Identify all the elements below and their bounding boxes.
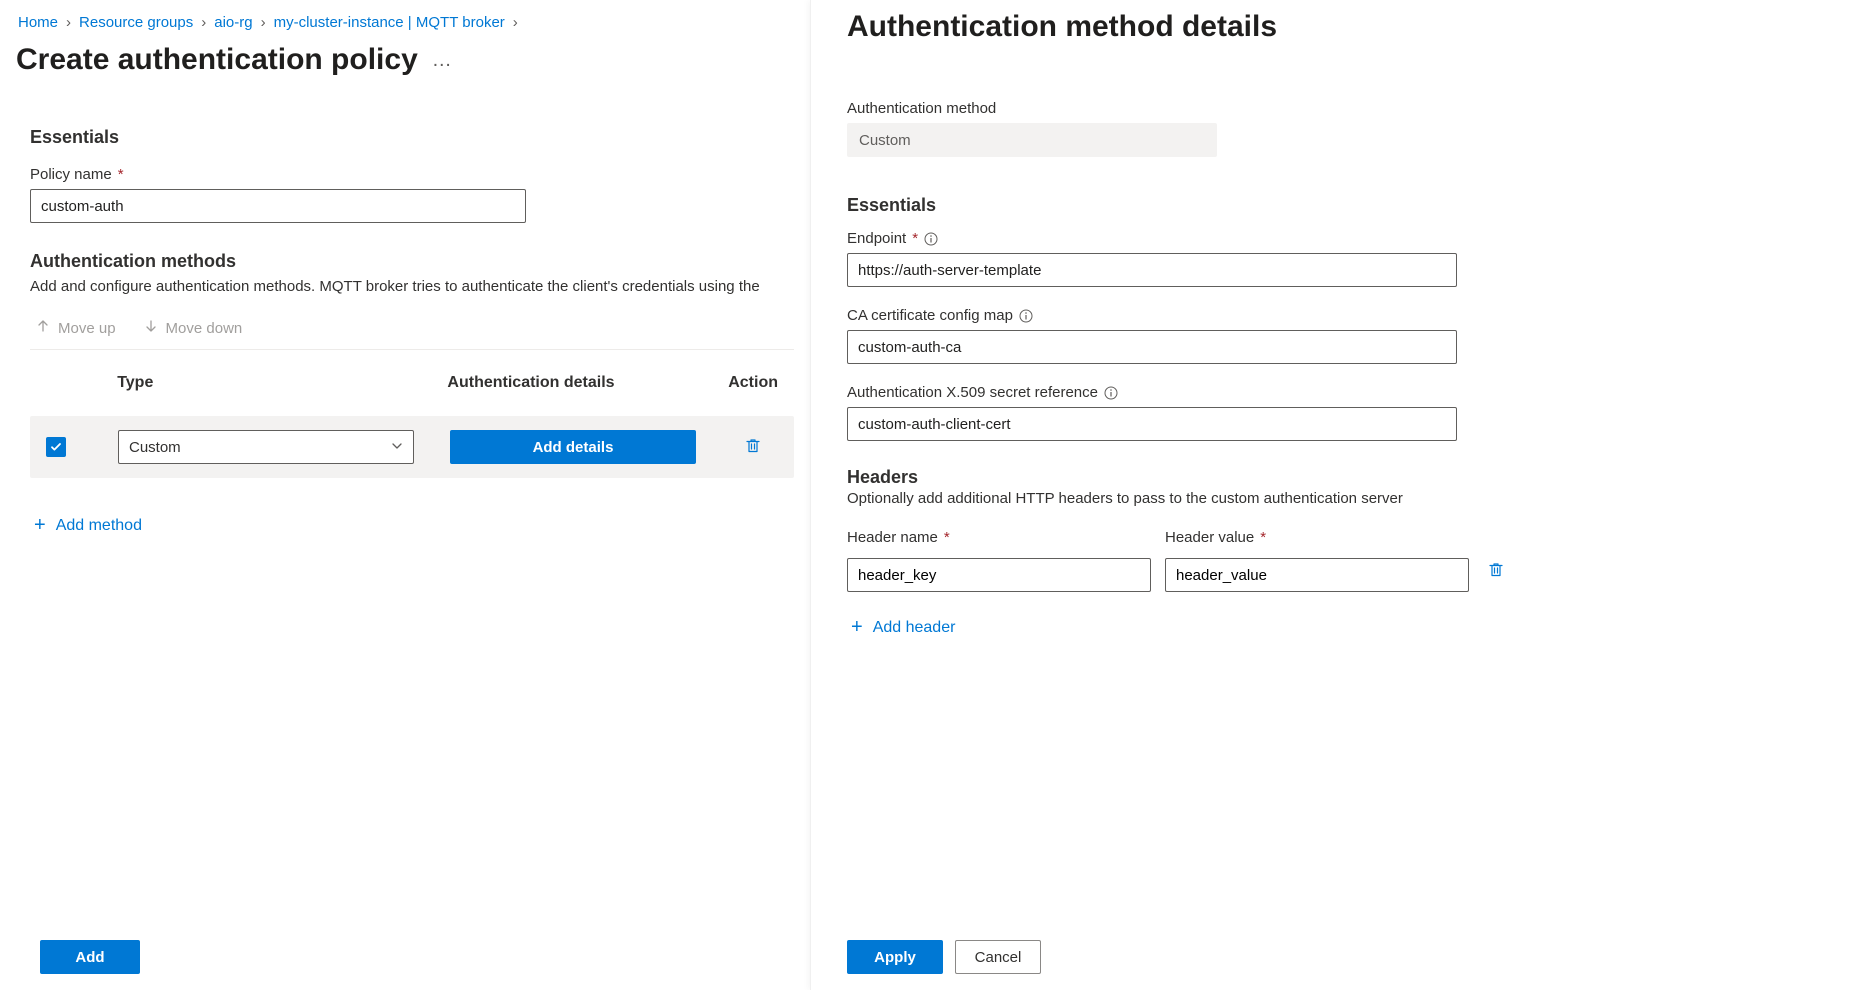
- move-down-button[interactable]: Move down: [144, 319, 243, 337]
- auth-method-label: Authentication method: [847, 100, 1821, 117]
- add-method-button[interactable]: + Add method: [30, 514, 142, 537]
- header-name-label: Header name *: [847, 529, 1151, 546]
- auth-methods-header: Authentication methods: [30, 251, 794, 272]
- left-footer: Add: [16, 924, 794, 974]
- essentials-header: Essentials: [30, 127, 794, 148]
- panel-essentials-header: Essentials: [847, 195, 1821, 216]
- required-indicator: *: [912, 230, 918, 247]
- move-up-button[interactable]: Move up: [36, 319, 116, 337]
- auth-type-selected-value: Custom: [129, 439, 181, 456]
- essentials-section: Essentials Policy name * Authentication …: [16, 127, 794, 537]
- trash-icon: [1487, 561, 1505, 579]
- info-icon[interactable]: [1019, 309, 1033, 323]
- headers-header: Headers: [847, 467, 1821, 488]
- auth-methods-table-header: Type Authentication details Action: [30, 374, 794, 392]
- delete-header-button[interactable]: [1483, 557, 1509, 586]
- auth-method-details-panel: Authentication method details Authentica…: [810, 0, 1849, 990]
- trash-icon: [744, 437, 762, 455]
- breadcrumb-cluster-mqtt[interactable]: my-cluster-instance | MQTT broker: [274, 14, 505, 31]
- create-policy-pane: Home › Resource groups › aio-rg › my-clu…: [0, 0, 810, 990]
- cancel-button[interactable]: Cancel: [955, 940, 1041, 974]
- delete-row-button[interactable]: [740, 433, 766, 462]
- auth-type-select[interactable]: Custom: [118, 430, 414, 464]
- auth-methods-description: Add and configure authentication methods…: [30, 276, 794, 297]
- divider: [30, 349, 794, 350]
- breadcrumb-home[interactable]: Home: [18, 14, 58, 31]
- arrow-down-icon: [144, 319, 158, 337]
- row-checkbox[interactable]: [46, 437, 66, 457]
- add-details-button[interactable]: Add details: [450, 430, 696, 464]
- panel-footer: Apply Cancel: [847, 924, 1821, 974]
- cacert-input[interactable]: [847, 330, 1457, 364]
- breadcrumb-resource-groups[interactable]: Resource groups: [79, 14, 193, 31]
- policy-name-label: Policy name *: [30, 166, 794, 183]
- column-action: Action: [728, 374, 778, 392]
- apply-button[interactable]: Apply: [847, 940, 943, 974]
- chevron-right-icon: ›: [201, 14, 206, 31]
- checkmark-icon: [50, 441, 62, 453]
- cacert-label: CA certificate config map: [847, 307, 1821, 324]
- panel-title: Authentication method details: [847, 10, 1821, 44]
- header-value-label: Header value *: [1165, 529, 1469, 546]
- policy-name-input[interactable]: [30, 189, 526, 223]
- add-button[interactable]: Add: [40, 940, 140, 974]
- info-icon[interactable]: [924, 232, 938, 246]
- plus-icon: +: [34, 514, 46, 537]
- page-title: Create authentication policy: [16, 43, 418, 77]
- column-details: Authentication details: [447, 374, 728, 392]
- column-type: Type: [117, 374, 447, 392]
- header-row: Header name * Header value *: [847, 529, 1821, 592]
- chevron-right-icon: ›: [66, 14, 71, 31]
- x509-label: Authentication X.509 secret reference: [847, 384, 1821, 401]
- breadcrumb: Home › Resource groups › aio-rg › my-clu…: [16, 14, 794, 31]
- auth-method-value: Custom: [847, 123, 1217, 157]
- arrow-up-icon: [36, 319, 50, 337]
- info-icon[interactable]: [1104, 386, 1118, 400]
- endpoint-label: Endpoint *: [847, 230, 1821, 247]
- breadcrumb-aio-rg[interactable]: aio-rg: [214, 14, 252, 31]
- more-menu-icon[interactable]: …: [432, 49, 453, 72]
- add-header-button[interactable]: + Add header: [847, 616, 1821, 639]
- header-name-input[interactable]: [847, 558, 1151, 592]
- x509-input[interactable]: [847, 407, 1457, 441]
- auth-method-row: Custom Add details: [30, 416, 794, 478]
- chevron-right-icon: ›: [261, 14, 266, 31]
- chevron-right-icon: ›: [513, 14, 518, 31]
- endpoint-input[interactable]: [847, 253, 1457, 287]
- required-indicator: *: [1260, 529, 1266, 546]
- required-indicator: *: [118, 166, 124, 183]
- chevron-down-icon: [391, 439, 403, 456]
- required-indicator: *: [944, 529, 950, 546]
- plus-icon: +: [851, 616, 863, 639]
- headers-description: Optionally add additional HTTP headers t…: [847, 490, 1821, 507]
- header-value-input[interactable]: [1165, 558, 1469, 592]
